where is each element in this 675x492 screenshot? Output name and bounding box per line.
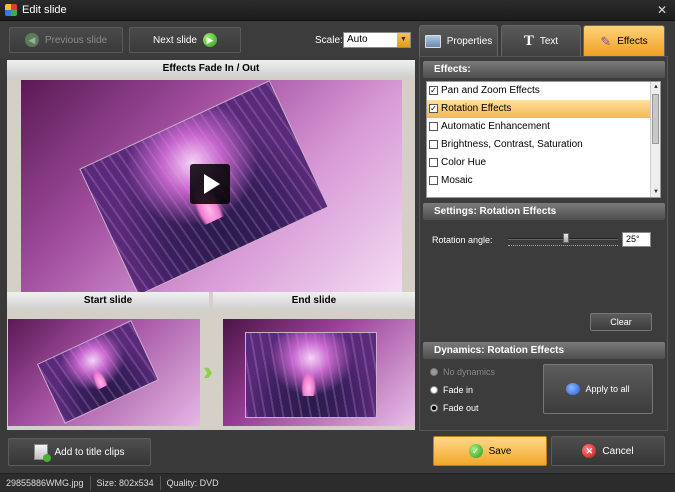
effect-label: Brightness, Contrast, Saturation [441,139,583,150]
tab-effects-label: Effects [617,35,648,47]
scroll-up-icon[interactable]: ▲ [651,82,660,92]
checkbox-checked[interactable]: ✓ [429,86,438,95]
radio-fade-out[interactable]: Fade out [430,403,479,413]
apply-to-all-button[interactable]: Apply to all [543,364,653,414]
previous-slide-button[interactable]: ◀ Previous slide [9,27,123,53]
effect-item-rotation[interactable]: ✓ Rotation Effects [427,100,660,118]
clear-button[interactable]: Clear [590,313,652,331]
save-button[interactable]: ✓ Save [433,436,547,466]
end-slide-photo [245,332,377,418]
checkbox[interactable] [429,176,438,185]
end-slide-label: End slide [213,292,415,310]
tab-text[interactable]: T Text [501,25,581,56]
dynamics-header: Dynamics: Rotation Effects [423,342,665,359]
tab-effects[interactable]: ✎ Effects [583,25,665,56]
chevron-down-icon: ▼ [397,33,410,47]
tab-text-label: Text [539,35,559,47]
effects-panel: Effects: ✓ Pan and Zoom Effects ✓ Rotati… [419,56,668,431]
effect-item-brightness[interactable]: Brightness, Contrast, Saturation [427,136,660,154]
start-slide-photo [36,320,160,424]
check-icon: ✓ [468,444,483,458]
effects-list[interactable]: ✓ Pan and Zoom Effects ✓ Rotation Effect… [426,81,661,198]
tab-properties-label: Properties [446,35,493,47]
effect-item-color-hue[interactable]: Color Hue [427,154,660,172]
effect-label: Automatic Enhancement [441,121,550,132]
save-label: Save [488,445,512,457]
apply-to-all-label: Apply to all [585,384,630,394]
radio-button[interactable] [430,368,438,376]
effect-label: Mosaic [441,175,473,186]
close-button[interactable]: ✕ [655,3,669,17]
title-bar: Edit slide ✕ [0,0,675,21]
previous-slide-label: Previous slide [44,34,108,46]
effect-label: Color Hue [441,157,487,168]
cancel-label: Cancel [602,445,634,457]
tab-bar: Properties T Text ✎ Effects [419,22,675,58]
scale-value: Auto [347,34,368,45]
status-size: Size: 802x534 [91,476,161,490]
start-slide-thumbnail [8,319,200,426]
effect-item-pan-zoom[interactable]: ✓ Pan and Zoom Effects [427,82,660,100]
radio-fade-in[interactable]: Fade in [430,385,473,395]
cancel-icon: ✕ [582,444,597,458]
radio-button-checked[interactable] [430,404,438,412]
text-icon: T [523,32,534,49]
effects-header: Effects: [423,61,665,78]
navigation-bar: ◀ Previous slide Next slide ▶ Scale: Aut… [0,22,420,58]
properties-icon [424,34,441,48]
start-slide-label: Start slide [7,292,209,310]
title-clip-icon [34,444,52,462]
effect-item-auto-enhancement[interactable]: Automatic Enhancement [427,118,660,136]
window-title: Edit slide [22,4,67,16]
apply-icon [566,383,581,395]
tab-properties[interactable]: Properties [419,25,498,56]
radio-button[interactable] [430,386,438,394]
radio-label: No dynamics [443,367,496,377]
scroll-down-icon[interactable]: ▼ [651,187,660,197]
effect-item-mosaic[interactable]: Mosaic [427,172,660,190]
app-icon [5,4,17,16]
effects-icon: ✎ [600,33,612,49]
next-slide-label: Next slide [153,34,197,46]
scale-select[interactable]: Auto ▼ [343,32,411,48]
arrow-left-icon: ◀ [24,33,39,47]
cancel-button[interactable]: ✕ Cancel [551,436,665,466]
add-to-title-clips-button[interactable]: Add to title clips [8,438,151,466]
checkbox[interactable] [429,158,438,167]
bottom-bar: Add to title clips ✓ Save ✕ Cancel [0,431,675,473]
checkbox-checked[interactable]: ✓ [429,104,438,113]
status-file: 29855886WMG.jpg [0,476,91,490]
status-bar: 29855886WMG.jpg Size: 802x534 Quality: D… [0,473,675,492]
settings-header: Settings: Rotation Effects [423,203,665,220]
effect-label: Rotation Effects [441,103,512,114]
rotation-angle-input[interactable]: 25° [622,232,651,247]
effects-scrollbar[interactable]: ▲ ▼ [650,82,660,197]
scroll-thumb[interactable] [652,94,659,144]
transition-arrow-icon: ››› [203,356,213,386]
checkbox[interactable] [429,140,438,149]
effect-label: Pan and Zoom Effects [441,85,540,96]
play-button[interactable] [190,164,230,204]
radio-label: Fade in [443,385,474,395]
radio-no-dynamics[interactable]: No dynamics [430,367,495,377]
preview-header: Effects Fade In / Out [7,60,415,77]
scale-label: Scale: [315,35,343,46]
play-icon [204,174,220,194]
rotation-angle-label: Rotation angle: [432,235,493,245]
status-quality: Quality: DVD [166,478,219,488]
end-slide-thumbnail [223,319,415,426]
add-to-title-clips-label: Add to title clips [54,446,125,458]
arrow-right-icon: ▶ [202,33,217,47]
next-slide-button[interactable]: Next slide ▶ [129,27,241,53]
slider-ticks [508,245,618,246]
checkbox[interactable] [429,122,438,131]
radio-label: Fade out [443,403,479,413]
clear-label: Clear [610,317,632,327]
slider-thumb[interactable] [563,233,569,243]
preview-panel: Effects Fade In / Out Start slide End sl… [7,60,415,430]
